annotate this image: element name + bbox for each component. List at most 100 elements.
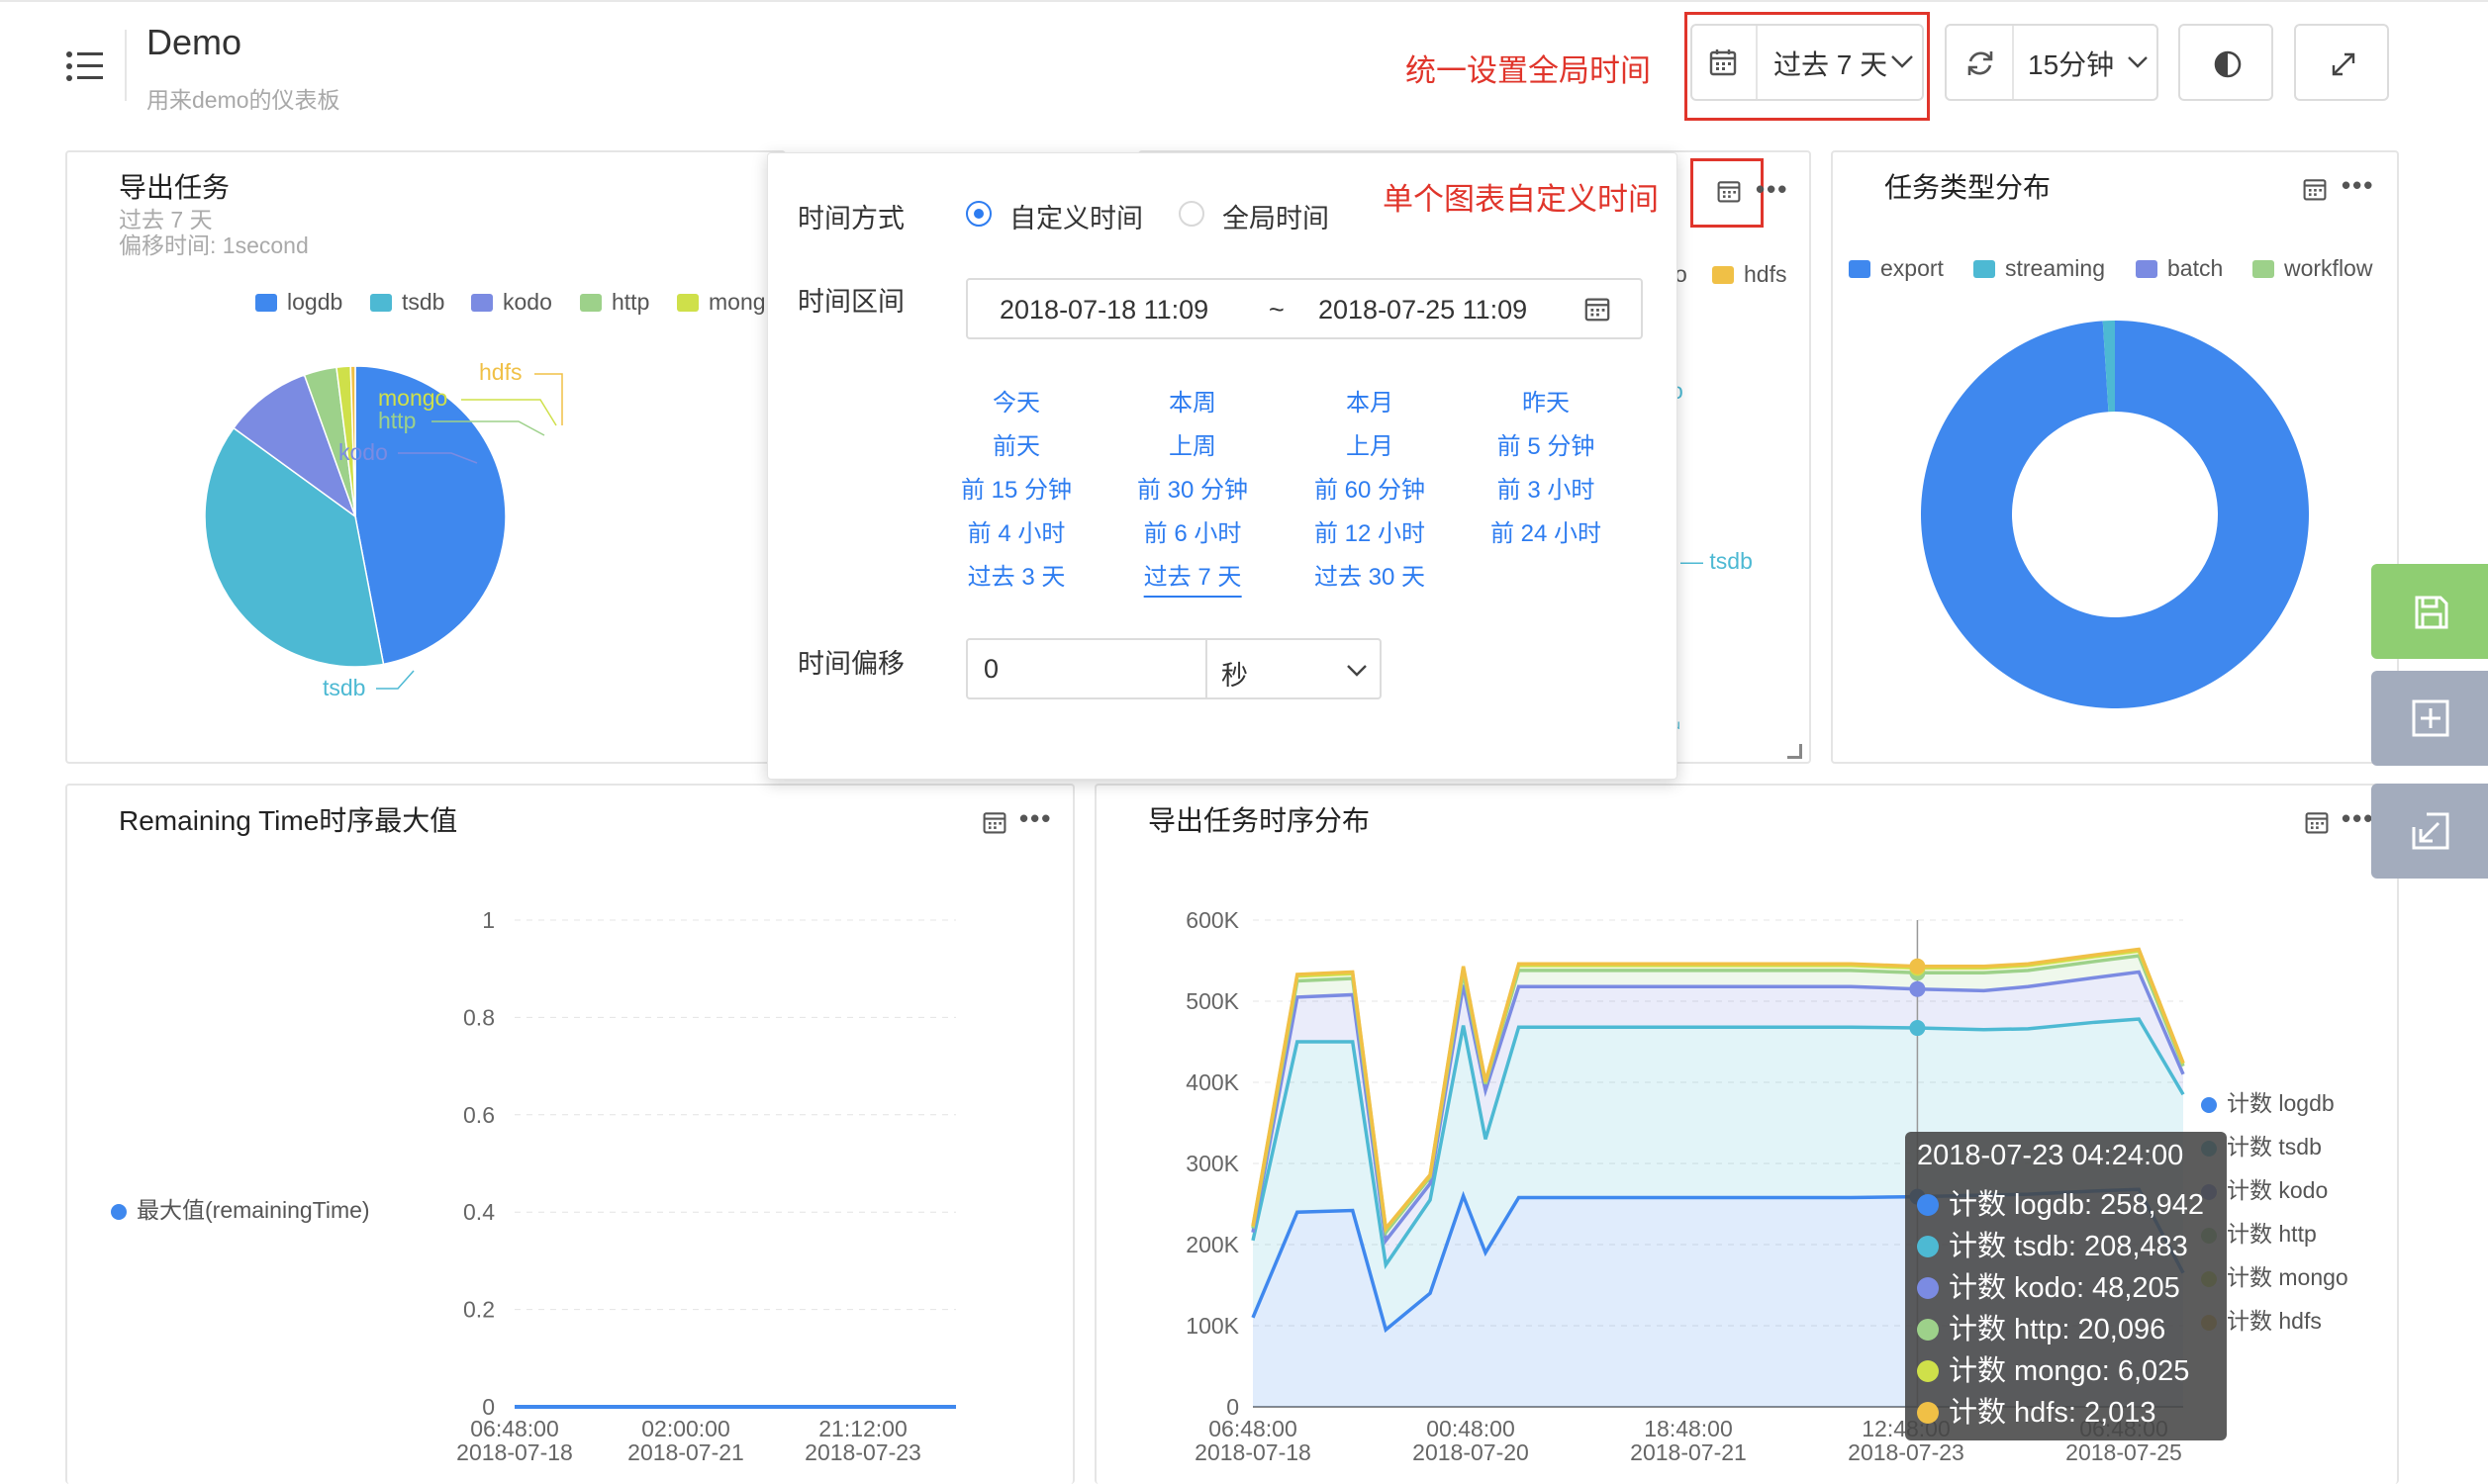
export-tasks-pie: hdfs mongo http kodo tsdb	[204, 359, 563, 700]
quick-range[interactable]: 前 6 小时	[1144, 513, 1242, 548]
refresh-interval-label: 15分钟	[2028, 49, 2115, 80]
quick-range[interactable]: 前 12 小时	[1314, 513, 1425, 548]
quick-range[interactable]: 上周	[1169, 426, 1216, 461]
radio-custom-label[interactable]: 自定义时间	[1009, 197, 1143, 235]
offset-field: 0 秒	[966, 638, 1382, 699]
import-button[interactable]	[2371, 784, 2488, 879]
slice-label-tsdb: tsdb	[323, 675, 365, 700]
header-divider	[125, 30, 127, 101]
x-tick-label: 2018-07-25	[2065, 1439, 2182, 1465]
save-icon	[2413, 594, 2450, 631]
quick-range[interactable]: 前 15 分钟	[961, 470, 1072, 505]
quick-range[interactable]: 过去 30 天	[1314, 557, 1425, 592]
dashboard-title: Demo	[146, 22, 242, 62]
x-tick-label: 2018-07-18	[456, 1439, 573, 1465]
more-icon[interactable]: •••	[1756, 174, 1788, 205]
range-separator: ~	[1269, 295, 1285, 325]
x-tick-label: 2018-07-18	[1195, 1439, 1311, 1465]
calendar-icon	[1583, 295, 1611, 323]
x-tick-label: 2018-07-21	[627, 1439, 744, 1465]
slice-label-kodo: kodo	[338, 439, 388, 465]
chart-tooltip: 2018-07-23 04:24:00 计数 logdb: 258,942 计数…	[1905, 1132, 2227, 1440]
radio-global-label[interactable]: 全局时间	[1222, 197, 1329, 235]
quick-range[interactable]: 本周	[1169, 383, 1216, 417]
global-time-note: 统一设置全局时间	[1405, 53, 1651, 88]
y-tick-label: 400K	[1186, 1069, 1239, 1095]
offset-unit-select[interactable]: 秒	[1221, 654, 1248, 693]
save-dashboard-button[interactable]	[2371, 564, 2488, 659]
chevron-down-icon[interactable]	[1346, 664, 1368, 678]
quick-range[interactable]: 前 5 分钟	[1497, 426, 1595, 461]
import-icon	[2411, 811, 2450, 851]
x-tick-label: 18:48:00	[1644, 1416, 1733, 1441]
radio-global[interactable]	[1179, 201, 1204, 227]
calendar-icon[interactable]	[1716, 178, 1742, 204]
range-label: 时间区间	[798, 287, 905, 317]
offset-label: 时间偏移	[798, 649, 905, 679]
range-end[interactable]: 2018-07-25 11:09	[1318, 295, 1527, 325]
tooltip-row: 计数 http: 20,096	[1917, 1306, 2165, 1347]
hover-point-hdfs	[1909, 958, 1926, 974]
x-tick-label: 06:48:00	[1208, 1416, 1297, 1441]
resize-handle[interactable]	[1787, 744, 1802, 759]
quick-range[interactable]: 前 60 分钟	[1314, 470, 1425, 505]
menu-icon[interactable]	[65, 49, 105, 83]
refresh-interval-picker[interactable]: 15分钟	[1945, 24, 2158, 101]
y-tick-label: 600K	[1186, 907, 1239, 933]
add-icon	[2411, 698, 2450, 738]
x-tick-label: 2018-07-23	[1848, 1439, 1964, 1465]
x-tick-label: 21:12:00	[818, 1416, 908, 1441]
tooltip-row: 计数 tsdb: 208,483	[1917, 1223, 2188, 1264]
legend-item-hdfs[interactable]: hdfs	[1712, 261, 1786, 288]
date-range-input[interactable]: 2018-07-18 11:09 ~ 2018-07-25 11:09	[966, 278, 1643, 339]
global-time-highlight	[1684, 12, 1930, 121]
remaining-time-chart: 00.20.40.60.8106:48:002018-07-1802:00:00…	[456, 907, 956, 1465]
tooltip-row: 计数 logdb: 258,942	[1917, 1181, 2204, 1223]
quick-range[interactable]: 前 24 小时	[1490, 513, 1601, 548]
chevron-down-icon	[2127, 55, 2149, 69]
fullscreen-icon	[2329, 49, 2358, 79]
quick-range[interactable]: 前 30 分钟	[1137, 470, 1248, 505]
quick-range[interactable]: 上月	[1346, 426, 1393, 461]
tooltip-row: 计数 mongo: 6,025	[1917, 1347, 2189, 1389]
range-start[interactable]: 2018-07-18 11:09	[1000, 295, 1208, 325]
quick-range[interactable]: 过去 3 天	[968, 557, 1066, 592]
custom-time-note: 单个图表自定义时间	[1383, 182, 1659, 217]
y-tick-label: 0.6	[463, 1102, 495, 1128]
quick-range[interactable]: 昨天	[1522, 383, 1570, 417]
x-tick-label: 2018-07-20	[1412, 1439, 1529, 1465]
y-tick-label: 0.4	[463, 1199, 495, 1225]
radio-custom[interactable]	[966, 201, 992, 227]
fullscreen-button[interactable]	[2294, 24, 2389, 101]
offset-input[interactable]: 0	[984, 654, 999, 685]
quick-range[interactable]: 前 3 小时	[1497, 470, 1595, 505]
x-tick-label: 02:00:00	[641, 1416, 730, 1441]
contrast-icon	[2212, 48, 2244, 80]
panel-time-popup: 时间方式 自定义时间 全局时间 时间区间 2018-07-18 11:09 ~ …	[767, 152, 1677, 780]
add-chart-button[interactable]	[2371, 671, 2488, 766]
top-border	[0, 0, 2488, 8]
y-tick-label: 0.2	[463, 1297, 495, 1323]
label-tsdb: — tsdb	[1680, 548, 1753, 574]
x-tick-label: 00:48:00	[1426, 1416, 1515, 1441]
dashboard-subtitle: 用来demo的仪表板	[146, 87, 340, 113]
tooltip-row: 计数 kodo: 48,205	[1917, 1264, 2180, 1306]
y-tick-label: 100K	[1186, 1313, 1239, 1339]
hover-point-kodo	[1909, 980, 1926, 997]
y-tick-label: 500K	[1186, 988, 1239, 1014]
quick-range[interactable]: 本月	[1346, 383, 1393, 417]
hover-point-tsdb	[1909, 1020, 1926, 1037]
tooltip-row: 计数 hdfs: 2,013	[1917, 1389, 2156, 1431]
refresh-icon[interactable]	[1964, 47, 1996, 79]
theme-toggle-button[interactable]	[2178, 24, 2273, 101]
task-types-donut	[1921, 321, 2309, 709]
quick-range[interactable]: 今天	[993, 383, 1040, 417]
quick-range[interactable]: 前 4 小时	[968, 513, 1066, 548]
quick-range[interactable]: 前天	[993, 426, 1040, 461]
y-tick-label: 300K	[1186, 1151, 1239, 1176]
quick-range-selected[interactable]: 过去 7 天	[1143, 557, 1242, 598]
mode-label: 时间方式	[798, 204, 905, 233]
slice-label-hdfs: hdfs	[479, 359, 522, 385]
y-tick-label: 200K	[1186, 1232, 1239, 1257]
x-tick-label: 2018-07-23	[805, 1439, 921, 1465]
